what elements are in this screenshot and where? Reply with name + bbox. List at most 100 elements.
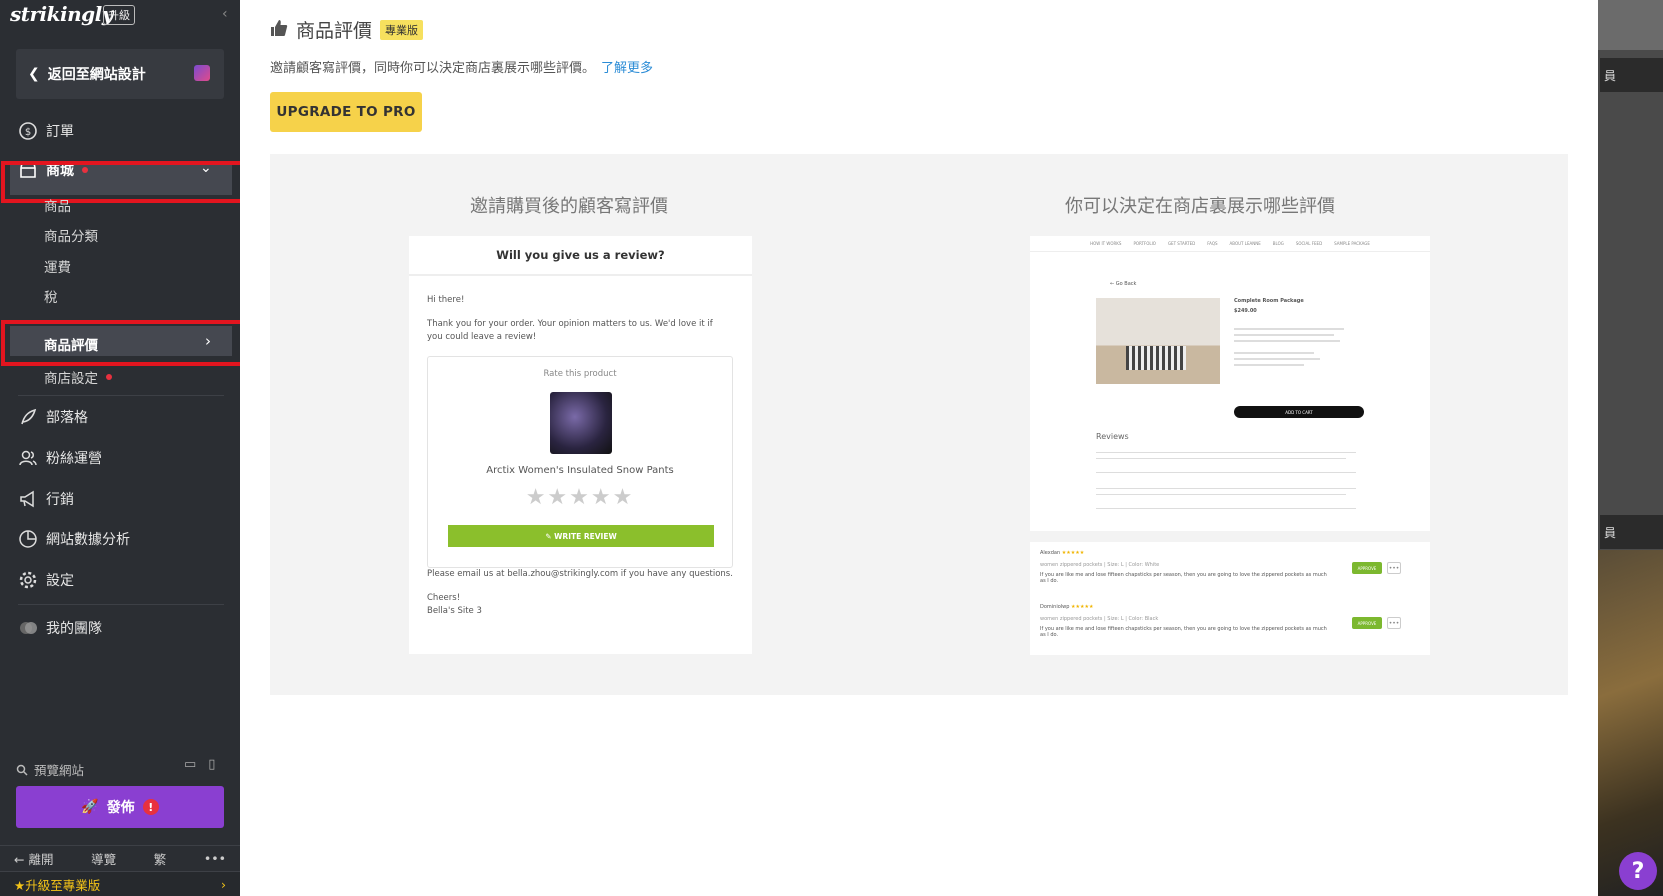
nav-team[interactable]: 我的團隊 — [18, 618, 102, 638]
upgrade-pro-label: ★升級至專業版 — [14, 877, 101, 893]
sub-store-settings[interactable]: 商店設定 — [44, 367, 112, 387]
back-to-site-design-button[interactable]: ❮ 返回至網站設計 — [16, 49, 224, 99]
upgrade-pro-link[interactable]: ★升級至專業版 › — [0, 871, 240, 896]
thumbs-up-icon — [270, 19, 288, 41]
upgrade-to-pro-button[interactable]: UPGRADE TO PRO — [270, 92, 422, 132]
background-photo — [1598, 550, 1663, 896]
gear-icon — [18, 570, 38, 590]
nav-fans[interactable]: 粉絲運營 — [18, 448, 102, 468]
email-body: Thank you for your order. Your opinion m… — [427, 319, 713, 342]
text-line — [1096, 508, 1356, 509]
rate-label: Rate this product — [543, 369, 617, 379]
reviewer-name-text: Alexdan — [1040, 550, 1061, 556]
text-line — [1096, 488, 1356, 489]
sub-categories[interactable]: 商品分類 — [44, 225, 98, 245]
reviewer-name: Alexdan ★★★★★ — [1040, 550, 1084, 556]
highlight-box-reviews — [1, 320, 248, 366]
language-button[interactable]: 繁 — [154, 849, 167, 868]
sub-tax[interactable]: 稅 — [44, 286, 58, 306]
store-product-price: $249.00 — [1234, 308, 1257, 314]
notification-dot — [106, 374, 112, 380]
right-heading: 你可以決定在商店裏展示哪些評價 — [1065, 196, 1335, 217]
nav-orders[interactable]: $ 訂單 — [18, 121, 74, 141]
text-line — [1096, 494, 1346, 495]
arrow-left-icon: ← — [14, 852, 29, 867]
review-text: If you are like me and lose fifteen chap… — [1040, 626, 1327, 638]
product-image — [550, 392, 612, 454]
help-button[interactable]: ? — [1619, 852, 1657, 890]
page-header: 商品評價 專業版 — [270, 16, 424, 43]
collapse-sidebar-icon[interactable]: ‹ — [222, 6, 228, 22]
email-header: Will you give us a review? — [409, 236, 752, 276]
pro-badge: 專業版 — [380, 19, 424, 40]
email-signoff: Cheers! — [427, 593, 461, 603]
reviewer-name: Dominiolwp ★★★★★ — [1040, 604, 1093, 610]
more-options-icon: ••• — [1387, 562, 1401, 574]
reviewer-stars: ★★★★★ — [1071, 604, 1094, 610]
pie-chart-icon — [18, 529, 38, 549]
store-nav: HOW IT WORKS PORTFOLIO GET STARTED FAQS … — [1030, 236, 1430, 252]
feature-preview-panel: 邀請購買後的顧客寫評價 你可以決定在商店裏展示哪些評價 Will you giv… — [270, 154, 1568, 695]
rate-product-box: Rate this product Arctix Women's Insulat… — [427, 356, 733, 568]
text-line — [1234, 334, 1334, 336]
desktop-icon[interactable]: ▭ — [184, 757, 196, 772]
search-icon — [16, 764, 28, 776]
sidebar: strikingly 升級 ‹ ❮ 返回至網站設計 $ 訂單 商城 ⌄ 商品 商… — [0, 0, 248, 896]
preview-label: 預覽網站 — [34, 763, 85, 778]
approve-button: APPROVE — [1352, 562, 1382, 574]
text-line — [1234, 364, 1304, 366]
store-nav-item: PORTFOLIO — [1133, 241, 1156, 246]
store-nav-item: HOW IT WORKS — [1090, 241, 1122, 246]
device-toggle: ▭ ▯ — [184, 757, 215, 772]
sub-shipping[interactable]: 運費 — [44, 256, 71, 276]
nav-analytics[interactable]: 網站數據分析 — [18, 529, 130, 549]
review-text: If you are like me and lose fifteen chap… — [1040, 572, 1327, 584]
approve-button: APPROVE — [1352, 617, 1382, 629]
sidebar-bottom-bar: ← 離開 導覽 繁 ••• — [0, 845, 240, 871]
publish-label: 發佈 — [106, 800, 135, 816]
svg-text:$: $ — [25, 127, 31, 138]
sub-store-settings-label: 商店設定 — [44, 371, 98, 387]
learn-more-link[interactable]: 了解更多 — [601, 61, 653, 76]
store-product-preview: HOW IT WORKS PORTFOLIO GET STARTED FAQS … — [1030, 236, 1430, 531]
backdrop-label: 員 — [1600, 58, 1663, 92]
email-contact: Please email us at bella.zhou@strikingly… — [427, 569, 733, 579]
reviewer-name-text: Dominiolwp — [1040, 604, 1070, 610]
nav-settings-label: 設定 — [46, 573, 74, 589]
text-line — [1234, 328, 1344, 330]
team-avatar-icon — [18, 618, 38, 638]
publish-button[interactable]: 🚀 發佈 ! — [16, 786, 224, 828]
publish-alert-icon: ! — [142, 799, 159, 815]
more-options-icon: ••• — [1387, 617, 1401, 629]
write-review-button: ✎ WRITE REVIEW — [448, 525, 714, 547]
rating-stars: ★★★★★ — [525, 485, 635, 510]
nav-analytics-label: 網站數據分析 — [46, 532, 130, 548]
guide-button[interactable]: 導覽 — [91, 849, 116, 868]
review-approval-preview: Alexdan ★★★★★ women zippered pockets | S… — [1030, 542, 1430, 655]
text-line — [1096, 452, 1356, 453]
store-nav-item: GET STARTED — [1167, 241, 1196, 246]
quill-icon — [18, 407, 38, 427]
preview-site-link[interactable]: 預覽網站 — [16, 760, 84, 779]
room-image — [1096, 298, 1220, 384]
megaphone-icon — [18, 489, 38, 509]
store-nav-item: SOCIAL FEED — [1295, 241, 1323, 246]
nav-team-label: 我的團隊 — [46, 621, 102, 637]
more-icon[interactable]: ••• — [204, 851, 226, 866]
email-site-name: Bella's Site 3 — [427, 606, 482, 616]
back-label: 返回至網站設計 — [47, 67, 146, 83]
email-greeting: Hi there! — [427, 295, 465, 305]
sub-products[interactable]: 商品 — [44, 195, 71, 215]
nav-marketing[interactable]: 行銷 — [18, 489, 74, 509]
nav-blog[interactable]: 部落格 — [18, 407, 88, 427]
text-line — [1234, 352, 1314, 354]
upgrade-badge[interactable]: 升級 — [103, 5, 135, 25]
add-to-cart-button: ADD TO CART — [1234, 406, 1364, 418]
nav-settings[interactable]: 設定 — [18, 570, 74, 590]
store-nav-item: BLOG — [1272, 241, 1284, 246]
dollar-circle-icon: $ — [18, 121, 38, 141]
store-product-title: Complete Room Package — [1234, 298, 1304, 304]
mobile-icon[interactable]: ▯ — [208, 757, 215, 772]
nav-marketing-label: 行銷 — [46, 492, 74, 508]
leave-button[interactable]: ← 離開 — [14, 849, 53, 868]
